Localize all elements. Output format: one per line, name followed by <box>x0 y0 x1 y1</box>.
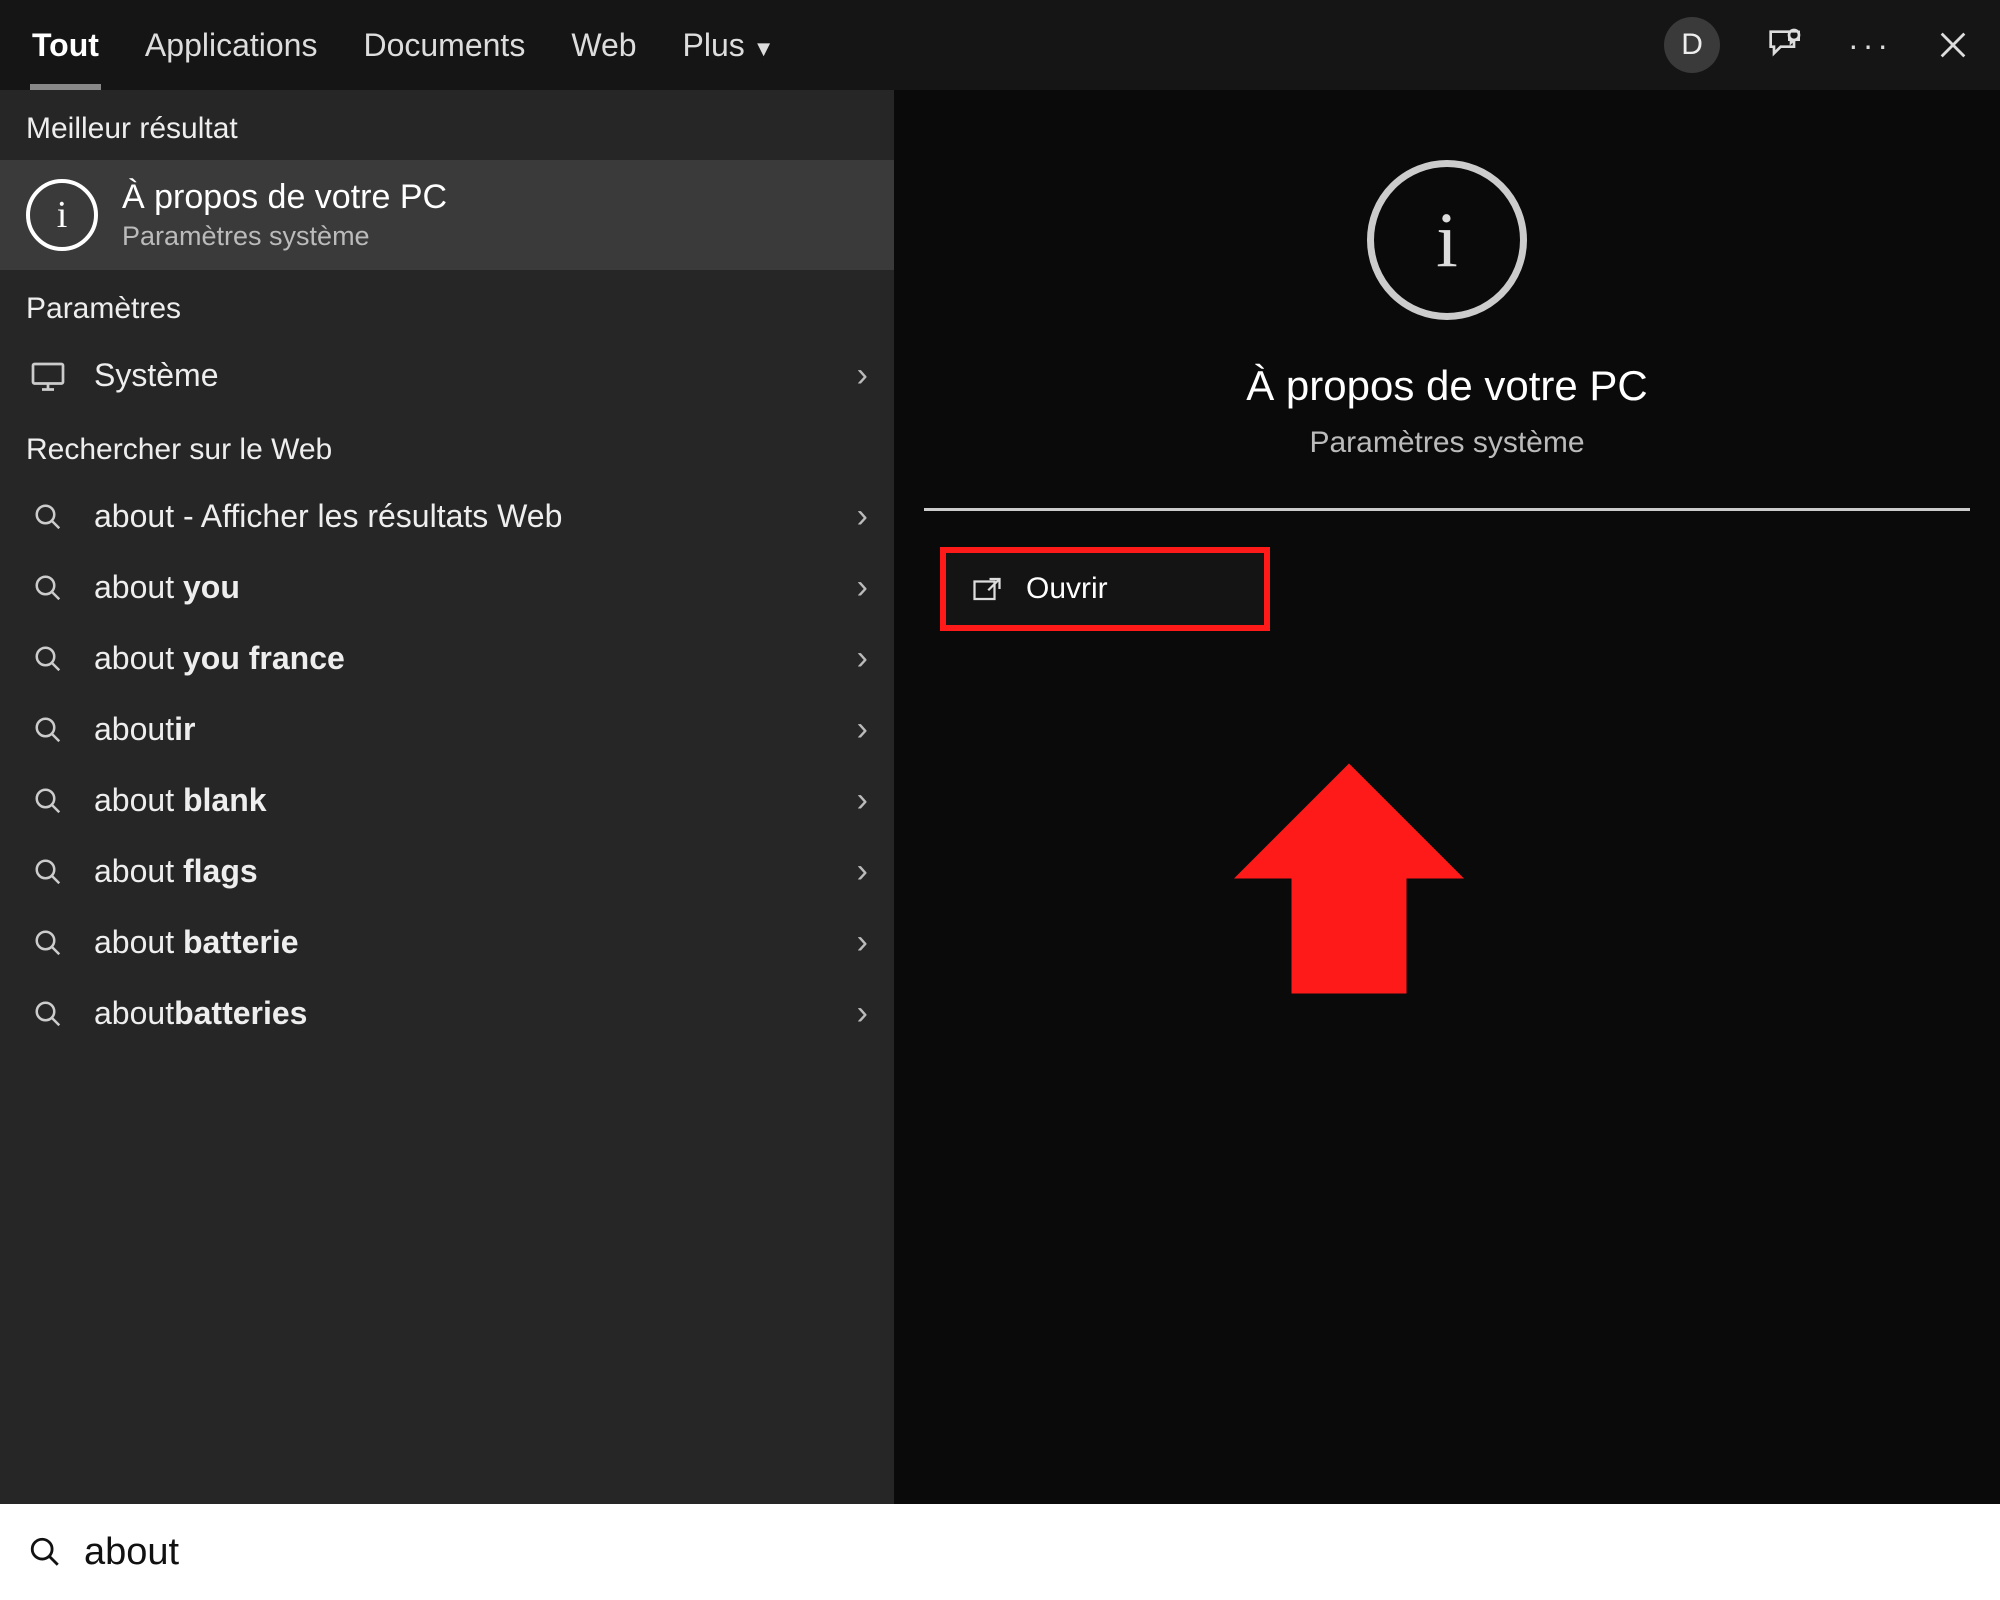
info-icon-large: i <box>1367 160 1527 320</box>
search-icon <box>28 1535 62 1569</box>
annotation-arrow <box>1234 760 1464 1020</box>
web-result-item[interactable]: about blank › <box>0 765 894 836</box>
search-icon <box>26 502 70 532</box>
search-icon <box>26 715 70 745</box>
section-settings: Paramètres <box>0 270 894 340</box>
settings-item-system[interactable]: Système › <box>0 340 894 411</box>
monitor-icon <box>26 361 70 391</box>
web-result-label: about batterie <box>94 924 299 961</box>
search-icon <box>26 786 70 816</box>
open-icon <box>972 576 1002 602</box>
section-best-match: Meilleur résultat <box>0 90 894 160</box>
open-button-label: Ouvrir <box>1026 572 1108 606</box>
filter-tabs-left: Tout Applications Documents Web Plus ▼ <box>30 21 777 70</box>
open-button[interactable]: Ouvrir <box>940 547 1270 631</box>
web-result-item[interactable]: about you › <box>0 552 894 623</box>
chevron-right-icon: › <box>857 852 868 891</box>
settings-item-label: Système <box>94 357 218 394</box>
tab-applications[interactable]: Applications <box>143 21 320 70</box>
tab-more-label: Plus <box>683 27 745 63</box>
chevron-right-icon: › <box>857 497 868 536</box>
close-icon[interactable] <box>1936 28 1970 62</box>
preview-title: À propos de votre PC <box>1246 362 1648 410</box>
web-result-item[interactable]: aboutir › <box>0 694 894 765</box>
best-match-subtitle: Paramètres système <box>122 221 447 252</box>
chevron-right-icon: › <box>857 568 868 607</box>
chevron-right-icon: › <box>857 994 868 1033</box>
chevron-down-icon: ▼ <box>753 36 775 61</box>
web-result-item[interactable]: about you france › <box>0 623 894 694</box>
best-match-item[interactable]: i À propos de votre PC Paramètres systèm… <box>0 160 894 270</box>
section-web: Rechercher sur le Web <box>0 411 894 481</box>
titlebar-actions: D ··· <box>1664 17 1970 73</box>
results-panel: Meilleur résultat i À propos de votre PC… <box>0 90 894 1504</box>
web-results-list: about - Afficher les résultats Web›about… <box>0 481 894 1049</box>
web-result-label: aboutir <box>94 711 195 748</box>
user-avatar[interactable]: D <box>1664 17 1720 73</box>
web-result-label: about flags <box>94 853 258 890</box>
web-result-item[interactable]: aboutbatteries › <box>0 978 894 1049</box>
chevron-right-icon: › <box>857 639 868 678</box>
more-options-icon[interactable]: ··· <box>1848 27 1892 64</box>
chevron-right-icon: › <box>857 356 868 395</box>
divider <box>924 508 1970 511</box>
search-icon <box>26 857 70 887</box>
web-result-label: aboutbatteries <box>94 995 307 1032</box>
chevron-right-icon: › <box>857 923 868 962</box>
chevron-right-icon: › <box>857 710 868 749</box>
tab-more[interactable]: Plus ▼ <box>681 21 777 70</box>
search-icon <box>26 573 70 603</box>
preview-subtitle: Paramètres système <box>1309 426 1584 460</box>
search-bar[interactable]: about <box>0 1504 2000 1600</box>
feedback-icon[interactable] <box>1764 25 1804 65</box>
search-icon <box>26 999 70 1029</box>
web-result-label: about - Afficher les résultats Web <box>94 498 562 535</box>
web-result-label: about you <box>94 569 240 606</box>
tab-documents[interactable]: Documents <box>361 21 527 70</box>
search-query: about <box>84 1531 179 1574</box>
best-match-text: À propos de votre PC Paramètres système <box>122 178 447 252</box>
web-result-label: about blank <box>94 782 267 819</box>
web-result-item[interactable]: about - Afficher les résultats Web › <box>0 481 894 552</box>
web-result-item[interactable]: about flags › <box>0 836 894 907</box>
tab-all[interactable]: Tout <box>30 21 101 70</box>
tab-web[interactable]: Web <box>569 21 638 70</box>
search-icon <box>26 644 70 674</box>
chevron-right-icon: › <box>857 781 868 820</box>
search-icon <box>26 928 70 958</box>
filter-tabs: Tout Applications Documents Web Plus ▼ D … <box>0 0 2000 90</box>
best-match-title: À propos de votre PC <box>122 178 447 217</box>
web-result-item[interactable]: about batterie › <box>0 907 894 978</box>
web-result-label: about you france <box>94 640 345 677</box>
info-icon: i <box>26 179 98 251</box>
preview-panel: i À propos de votre PC Paramètres systèm… <box>894 90 2000 1504</box>
